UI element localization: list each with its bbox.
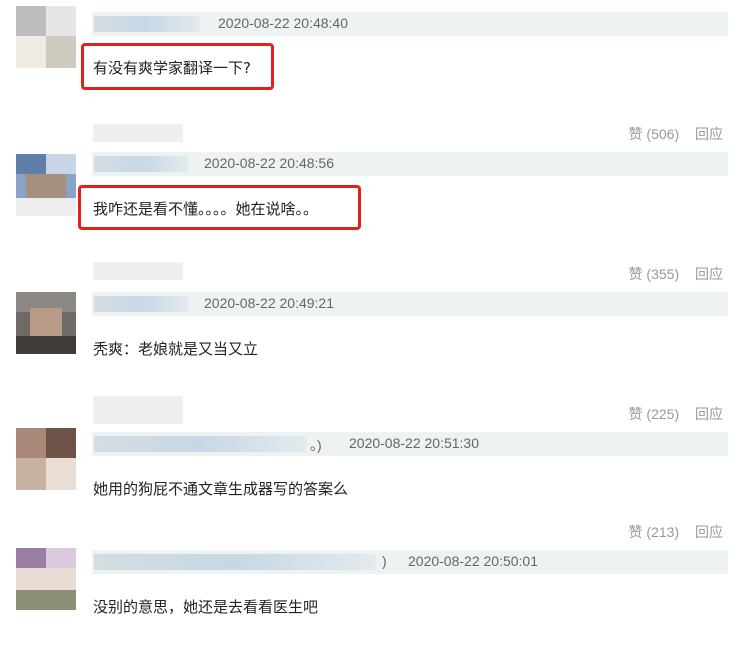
comment-actions: 赞 (506) 回应 bbox=[617, 124, 723, 144]
redacted-block bbox=[93, 396, 183, 424]
like-button[interactable]: 赞 (225) bbox=[629, 406, 680, 422]
comment-actions: 赞 (213) 回应 bbox=[617, 522, 723, 542]
like-button[interactable]: 赞 (506) bbox=[629, 126, 680, 142]
comment-text: 有没有爽学家翻译一下? bbox=[93, 59, 251, 77]
comment-meta: 2020-08-22 20:48:40 bbox=[92, 12, 728, 36]
avatar[interactable] bbox=[16, 154, 76, 216]
comment-text: 秃爽：老娘就是又当又立 bbox=[93, 340, 259, 358]
username-redacted[interactable] bbox=[94, 436, 306, 452]
comment-timestamp: 2020-08-22 20:50:01 bbox=[408, 553, 538, 569]
comment-timestamp: 2020-08-22 20:49:21 bbox=[204, 295, 334, 311]
reply-button[interactable]: 回应 bbox=[695, 126, 723, 142]
comment-text: 没别的意思，她还是去看看医生吧 bbox=[93, 598, 319, 616]
comment-text: 我咋还是看不懂。。。。她在说啥。。 bbox=[93, 200, 319, 218]
comment-text: 她用的狗屁不通文章生成器写的答案么 bbox=[93, 480, 349, 498]
comment-actions: 赞 (355) 回应 bbox=[617, 264, 723, 284]
like-button[interactable]: 赞 (355) bbox=[629, 266, 680, 282]
comment-actions: 赞 (225) 回应 bbox=[617, 404, 723, 424]
comment-timestamp: 2020-08-22 20:48:56 bbox=[204, 155, 334, 171]
username-suffix: 。) bbox=[310, 437, 322, 453]
username-redacted[interactable] bbox=[94, 16, 200, 32]
redacted-block bbox=[93, 124, 183, 142]
comment-timestamp: 2020-08-22 20:48:40 bbox=[218, 15, 348, 31]
reply-button[interactable]: 回应 bbox=[695, 266, 723, 282]
comment-timestamp: 2020-08-22 20:51:30 bbox=[349, 435, 479, 451]
comment-meta: 2020-08-22 20:49:21 bbox=[92, 292, 728, 316]
username-redacted[interactable] bbox=[94, 554, 376, 570]
comment-meta: 2020-08-22 20:48:56 bbox=[92, 152, 728, 176]
username-redacted[interactable] bbox=[94, 156, 188, 172]
avatar[interactable] bbox=[16, 548, 76, 610]
reply-button[interactable]: 回应 bbox=[695, 524, 723, 540]
username-redacted[interactable] bbox=[94, 296, 188, 312]
comment-meta: 。) 2020-08-22 20:51:30 bbox=[92, 432, 728, 456]
comment-meta: ) 2020-08-22 20:50:01 bbox=[92, 550, 728, 574]
like-button[interactable]: 赞 (213) bbox=[629, 524, 680, 540]
avatar[interactable] bbox=[16, 292, 76, 354]
avatar[interactable] bbox=[16, 6, 76, 68]
username-suffix: ) bbox=[382, 553, 387, 569]
avatar[interactable] bbox=[16, 428, 76, 490]
redacted-block bbox=[93, 262, 183, 280]
reply-button[interactable]: 回应 bbox=[695, 406, 723, 422]
